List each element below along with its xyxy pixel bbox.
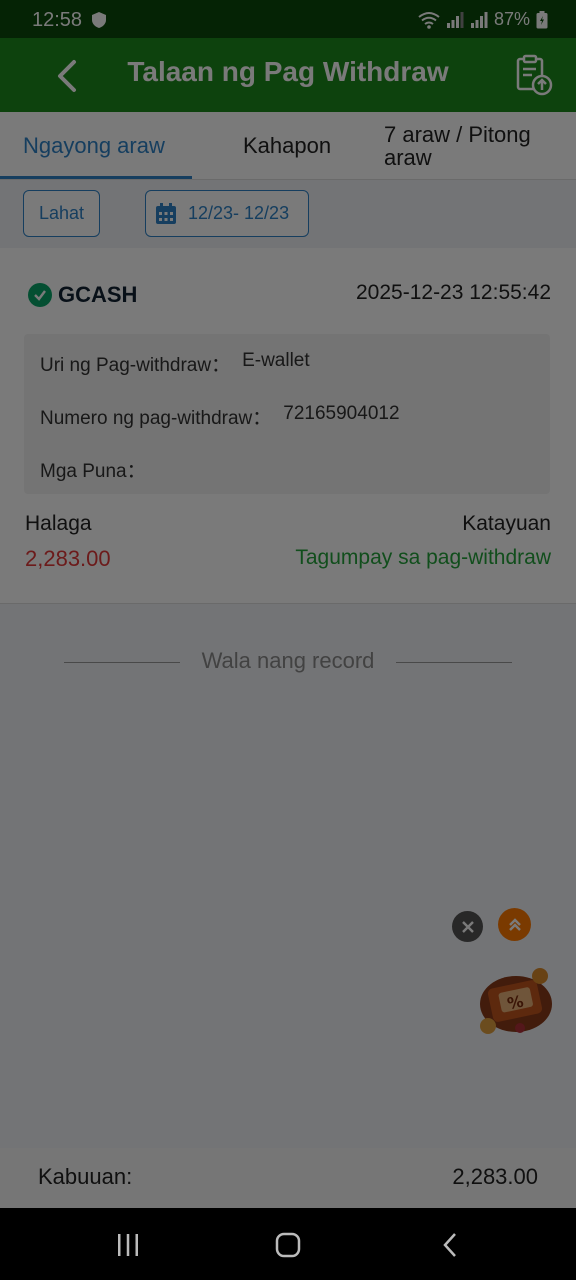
close-icon xyxy=(461,920,474,933)
status-icons: 87% xyxy=(418,9,548,30)
status-bar: 12:58 87% xyxy=(0,0,576,38)
withdraw-number-label: Numero ng pag-withdraw： xyxy=(40,408,272,429)
withdraw-number-value: 72165904012 xyxy=(283,403,400,424)
battery-icon xyxy=(536,10,548,28)
status-value: Tagumpay sa pag-withdraw xyxy=(295,546,551,569)
back-nav-icon[interactable] xyxy=(440,1230,460,1260)
remarks-row: Mga Puna： xyxy=(40,456,158,483)
recent-apps-icon[interactable] xyxy=(116,1230,140,1260)
record-datetime: 2025-12-23 12:55:42 xyxy=(356,281,551,304)
app-header: Talaan ng Pag Withdraw xyxy=(0,38,576,112)
tab-seven-days[interactable]: 7 araw / Pitong araw xyxy=(384,112,564,180)
total-label: Kabuuan: xyxy=(38,1164,133,1189)
list-end-area xyxy=(0,604,576,1208)
clipboard-upload-icon[interactable] xyxy=(514,54,554,96)
promo-gift-icon[interactable]: % xyxy=(470,962,556,1038)
double-chevron-up-icon xyxy=(508,917,521,931)
withdraw-type-value: E-wallet xyxy=(242,350,310,371)
wifi-icon xyxy=(418,11,440,29)
status-time: 12:58 xyxy=(32,9,83,31)
signal-icon-2 xyxy=(470,11,488,28)
tab-today[interactable]: Ngayong araw xyxy=(23,112,165,180)
shield-icon xyxy=(92,12,106,28)
close-float-button[interactable] xyxy=(452,911,483,942)
system-nav-bar xyxy=(0,1208,576,1280)
scroll-top-button[interactable] xyxy=(498,908,531,941)
divider-right xyxy=(396,662,512,663)
gcash-icon xyxy=(28,283,52,307)
no-more-records-text: Wala nang record xyxy=(201,648,375,673)
withdraw-type-row: Uri ng Pag-withdraw： E-wallet xyxy=(40,350,310,377)
amount-value: 2,283.00 xyxy=(25,546,111,571)
withdraw-type-label: Uri ng Pag-withdraw： xyxy=(40,355,231,376)
tab-yesterday[interactable]: Kahapon xyxy=(243,112,331,180)
active-tab-indicator xyxy=(0,176,192,179)
filter-bar: Lahat 12/23- 12/23 xyxy=(0,180,576,248)
date-range-button[interactable]: 12/23- 12/23 xyxy=(145,190,309,237)
battery-percent: 87% xyxy=(493,9,530,29)
payment-method: GCASH xyxy=(58,282,138,307)
all-filter-button[interactable]: Lahat xyxy=(23,190,100,237)
amount-label: Halaga xyxy=(25,512,92,535)
calendar-icon xyxy=(156,202,176,224)
gcash-logo: GCASH xyxy=(28,282,137,308)
home-icon[interactable] xyxy=(275,1230,301,1260)
total-value: 2,283.00 xyxy=(452,1164,538,1189)
status-label: Katayuan xyxy=(462,512,551,535)
signal-icon xyxy=(446,11,464,28)
page-title: Talaan ng Pag Withdraw xyxy=(127,56,449,87)
remarks-label: Mga Puna： xyxy=(40,461,146,482)
date-tabs: Ngayong araw Kahapon 7 araw / Pitong ara… xyxy=(0,112,576,180)
date-range-text: 12/23- 12/23 xyxy=(188,203,290,223)
withdraw-number-row: Numero ng pag-withdraw： 72165904012 xyxy=(40,403,400,430)
